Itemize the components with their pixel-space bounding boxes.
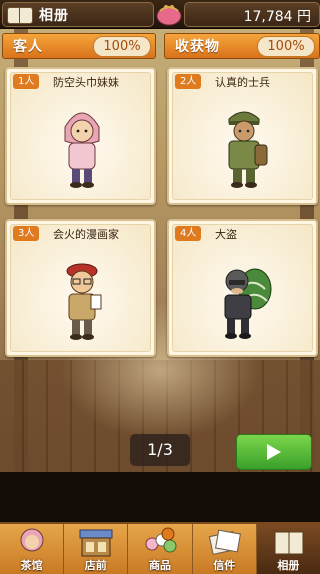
- nav-item-storefront[interactable]: 店前: [64, 524, 129, 574]
- thief-icon: [224, 268, 272, 339]
- guest-number-tag: 2人: [175, 74, 202, 89]
- guest-card[interactable]: 2人 认真的士兵: [167, 67, 318, 205]
- guests-progress: 客人 100%: [2, 33, 156, 59]
- nav-item-teahouse[interactable]: 茶馆: [0, 524, 65, 574]
- guest-name: 大盗: [215, 228, 237, 241]
- girl-hood-icon: [64, 112, 100, 188]
- guests-label: 客人: [13, 39, 43, 55]
- storefront-icon: [79, 529, 113, 557]
- next-page-button[interactable]: [236, 434, 312, 470]
- guest-number-tag: 4人: [175, 226, 202, 241]
- album-icon: [274, 531, 304, 555]
- coin-amount: 17,784 円: [243, 9, 311, 25]
- nav-item-album[interactable]: 相册: [256, 524, 320, 574]
- coin-counter: 17,784 円: [184, 2, 320, 27]
- guest-number-tag: 1人: [13, 74, 40, 89]
- guest-number-tag: 3人: [13, 226, 40, 241]
- guest-card[interactable]: 4人 大盗: [167, 219, 318, 357]
- nav-label: 信件: [213, 559, 236, 572]
- guests-percent: 100%: [93, 36, 151, 57]
- harvest-label: 收获物: [175, 39, 220, 55]
- nav-label: 店前: [84, 559, 107, 572]
- manga-artist-icon: [66, 263, 102, 340]
- guest-name: 防空头巾妹妹: [53, 76, 119, 89]
- harvest-percent: 100%: [257, 36, 315, 57]
- guest-card[interactable]: 3人 会火的漫画家: [5, 219, 156, 357]
- nav-label: 相册: [277, 559, 300, 572]
- nav-item-goods[interactable]: 商品: [128, 524, 193, 574]
- nav-label: 茶馆: [20, 559, 43, 572]
- soldier-icon: [228, 111, 268, 188]
- guest-name: 认真的士兵: [215, 76, 270, 89]
- harvest-progress: 收获物 100%: [164, 33, 320, 59]
- guest-name: 会火的漫画家: [53, 228, 119, 241]
- ad-space: [0, 472, 320, 522]
- coin-purse-icon: [156, 5, 182, 26]
- teahouse-icon: [20, 528, 44, 552]
- page-title: 相册: [39, 7, 69, 24]
- album-book-icon: [7, 6, 33, 24]
- goods-icon: [145, 527, 177, 553]
- top-bar: 相册 17,784 円: [0, 0, 320, 29]
- nav-label: 商品: [149, 559, 171, 572]
- album-header: 相册: [2, 2, 154, 27]
- nav-item-letters[interactable]: 信件: [193, 524, 257, 574]
- bottom-nav: 茶馆 店前 商品 信件 相册: [0, 522, 320, 574]
- page-indicator: 1/3: [130, 434, 190, 466]
- letters-icon: [208, 529, 241, 555]
- play-arrow-icon: [267, 444, 281, 460]
- guest-card[interactable]: 1人 防空头巾妹妹: [5, 67, 156, 205]
